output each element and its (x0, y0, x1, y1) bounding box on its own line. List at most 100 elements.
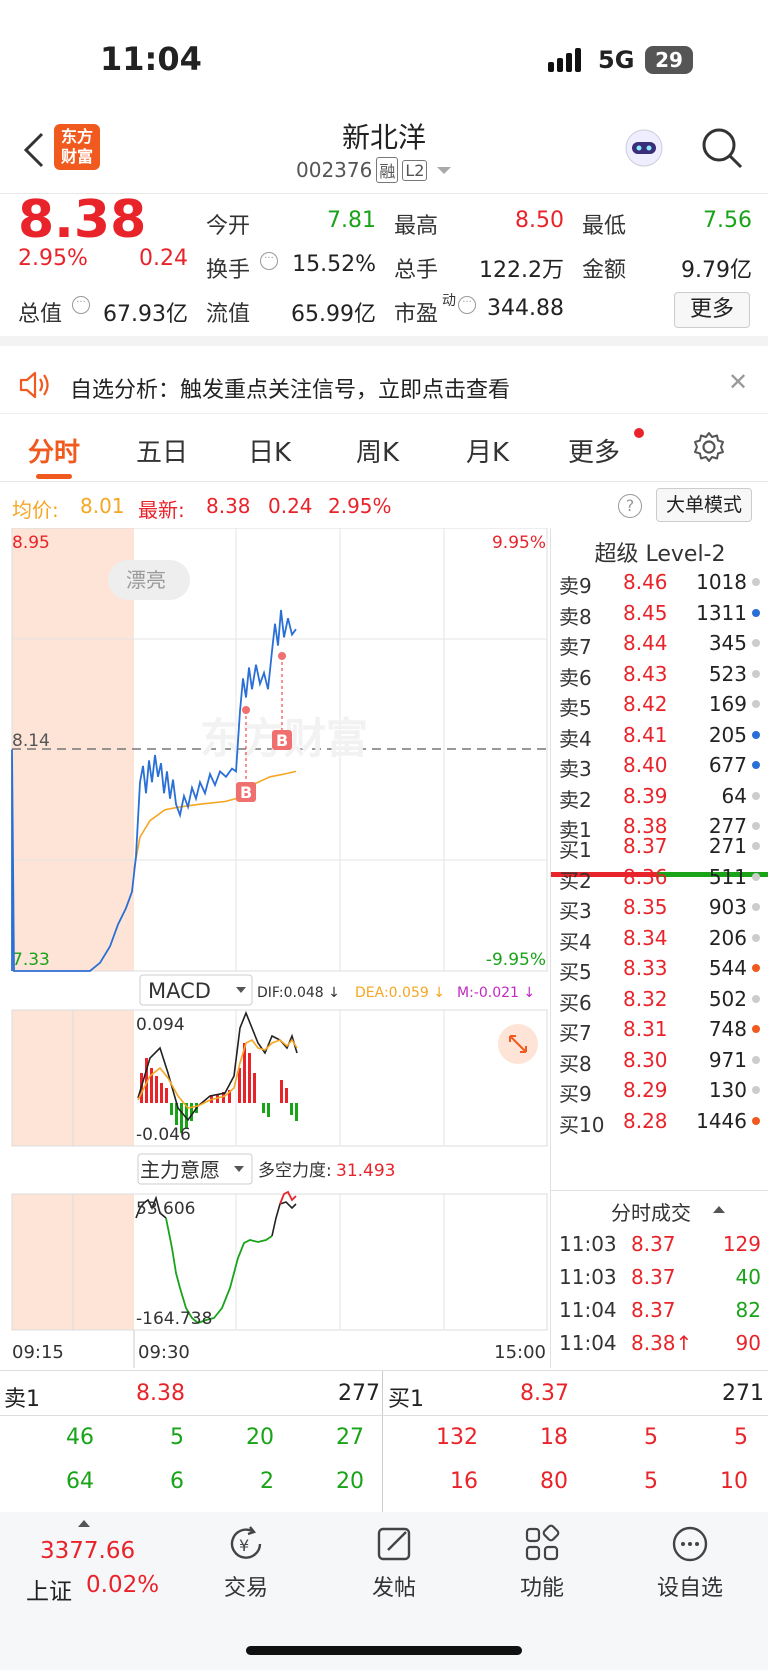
level-label: 买5 (559, 960, 592, 984)
more-button[interactable]: 更多 (674, 292, 750, 328)
big-order-mode-button[interactable]: 大单模式 (656, 488, 752, 522)
buy-level-row[interactable]: 买1 8.37 271 (551, 830, 768, 862)
level-label: 买3 (559, 899, 592, 923)
intraday-chart-area[interactable]: 东方财富 漂亮 8.95 8.14 7.33 9.95% -9.95% B B … (0, 527, 550, 1368)
buy-level-row[interactable]: 买9 8.29 130 (551, 1074, 768, 1106)
tab-daily-k[interactable]: 日K (248, 432, 291, 469)
trade-time: 11:03 (559, 1232, 617, 1256)
buy-level-row[interactable]: 买2 8.36 511 (551, 861, 768, 893)
status-time: 11:04 (100, 40, 202, 78)
queue-cell: 16 (450, 1469, 478, 1494)
level-price: 8.40 (623, 753, 668, 777)
level-label: 卖8 (559, 604, 592, 629)
sell-level-row[interactable]: 卖3 8.40 677 (551, 749, 768, 781)
nav-trade[interactable]: ¥ 交易 (176, 1524, 316, 1602)
tab-more[interactable]: 更多 (568, 432, 620, 469)
queue-cell: 27 (336, 1425, 364, 1450)
buy-level-row[interactable]: 买5 8.33 544 (551, 952, 768, 984)
buy-level-row[interactable]: 买4 8.34 206 (551, 922, 768, 954)
robot-assistant-icon[interactable] (622, 126, 666, 170)
bottom-nav: 3377.66 上证 0.02% ¥ 交易 发帖 功能 设自选 (0, 1512, 768, 1670)
trade-time: 11:03 (559, 1265, 617, 1289)
sell-level-row[interactable]: 卖5 8.42 169 (551, 688, 768, 720)
level-volume: 544 (708, 956, 747, 980)
quote-panel: 8.38 2.95% 0.24 今开 7.81 最高 8.50 最低 7.56 … (0, 190, 768, 346)
level-price: 8.28 (623, 1108, 668, 1133)
level-label: 卖6 (559, 665, 592, 690)
macd-m: M:-0.021 ↓ (457, 985, 535, 1001)
order-queue-panel[interactable]: 卖1 8.38 277 买1 8.37 271 46 5 20 27 64 6 2 20 132… (0, 1370, 768, 1513)
avg-value: 8.01 (80, 494, 125, 518)
level-price: 8.39 (623, 783, 668, 808)
buy-marker-dot (278, 652, 286, 660)
stock-code-row[interactable]: 002376 融 L2 (296, 156, 452, 184)
info-icon[interactable]: ··· (260, 252, 278, 270)
level-label: 买2 (559, 868, 592, 893)
level-label: 卖7 (559, 635, 592, 659)
nav-post[interactable]: 发帖 (324, 1524, 464, 1602)
more-circle-icon (672, 1526, 708, 1562)
edit-icon (377, 1527, 411, 1561)
queue-cell: 2 (260, 1469, 274, 1494)
nav-function[interactable]: 功能 (472, 1524, 612, 1602)
level-price: 8.43 (623, 661, 668, 686)
level-price: 8.42 (623, 692, 668, 716)
macd-label: MACD (148, 979, 211, 1003)
time-start-label: 09:15 (12, 1342, 64, 1363)
main-force-line-down (165, 1217, 273, 1325)
level-volume: 345 (708, 631, 747, 655)
pe-value: 344.88 (487, 296, 564, 321)
turnover-value: 15.52% (292, 252, 376, 277)
level-volume: 64 (721, 783, 747, 808)
index-widget[interactable]: 3377.66 上证 0.02% (0, 1512, 170, 1622)
level-price: 8.30 (623, 1047, 668, 1072)
open-label: 今开 (206, 214, 251, 239)
trade-volume: 82 (735, 1298, 761, 1322)
trade-price: 8.37 (631, 1232, 676, 1256)
help-icon[interactable]: ? (618, 494, 642, 518)
level-volume: 502 (708, 986, 747, 1011)
tab-monthly-k[interactable]: 月K (466, 432, 509, 469)
grid-icon (525, 1524, 560, 1561)
buy-level-row[interactable]: 买3 8.35 903 (551, 891, 768, 923)
intraday-info-bar: 均价: 8.01 最新: 8.38 0.24 2.95% ? 大单模式 (0, 484, 768, 528)
sell-level-row[interactable]: 卖4 8.41 205 (551, 719, 768, 751)
info-icon[interactable]: ··· (72, 296, 90, 314)
mcap-label: 总值 (18, 302, 63, 327)
level-label: 买9 (559, 1082, 592, 1106)
buy-level-row[interactable]: 买8 8.30 971 (551, 1044, 768, 1076)
buy-level-row[interactable]: 买10 8.28 1446 (551, 1105, 768, 1137)
tab-weekly-k[interactable]: 周K (356, 432, 399, 469)
sell-level-row[interactable]: 卖6 8.43 523 (551, 658, 768, 690)
tab-intraday[interactable]: 分时 (28, 432, 80, 469)
trades-header[interactable]: 分时成交 (551, 1190, 768, 1226)
nav-add-watchlist[interactable]: 设自选 (620, 1524, 760, 1602)
order-dot (752, 761, 760, 769)
order-dot (752, 639, 760, 647)
buy-level-row[interactable]: 买6 8.32 502 (551, 983, 768, 1015)
order-dot (752, 730, 760, 739)
sell-level-row[interactable]: 卖9 8.46 1018 (551, 566, 768, 598)
tab-5day[interactable]: 五日 (136, 432, 188, 469)
level2-order-book[interactable]: 超级 Level-2 卖9 8.46 1018 卖8 8.45 1311 卖7 8.44 345… (550, 528, 768, 1368)
order-dot (752, 842, 760, 850)
gear-icon[interactable] (692, 430, 726, 464)
force-label: 多空力度: (258, 1161, 332, 1181)
battery-icon: 29 (645, 46, 693, 74)
main-force-line-recent (271, 1201, 297, 1237)
change-amount: 0.24 (139, 246, 188, 271)
sell-level-row[interactable]: 卖7 8.44 345 (551, 627, 768, 659)
last-pct: 2.95% (328, 494, 392, 518)
order-dot (752, 578, 760, 586)
intraday-chart-svg[interactable]: 东方财富 漂亮 8.95 8.14 7.33 9.95% -9.95% B B … (0, 527, 550, 1368)
time-end-label: 15:00 (494, 1342, 546, 1363)
trade-volume: 129 (722, 1232, 761, 1256)
sell-level-row[interactable]: 卖8 8.45 1311 (551, 597, 768, 629)
close-icon[interactable]: ✕ (728, 368, 748, 396)
analysis-banner[interactable]: 自选分析：触发重点关注信号，立即点击查看 ✕ (0, 356, 768, 414)
buy-level-row[interactable]: 买7 8.31 748 (551, 1013, 768, 1045)
order-dot (752, 791, 760, 800)
macd-dea: DEA:0.059 ↓ (355, 985, 445, 1001)
sell-level-row[interactable]: 卖2 8.39 64 (551, 780, 768, 812)
search-icon[interactable] (700, 126, 744, 170)
